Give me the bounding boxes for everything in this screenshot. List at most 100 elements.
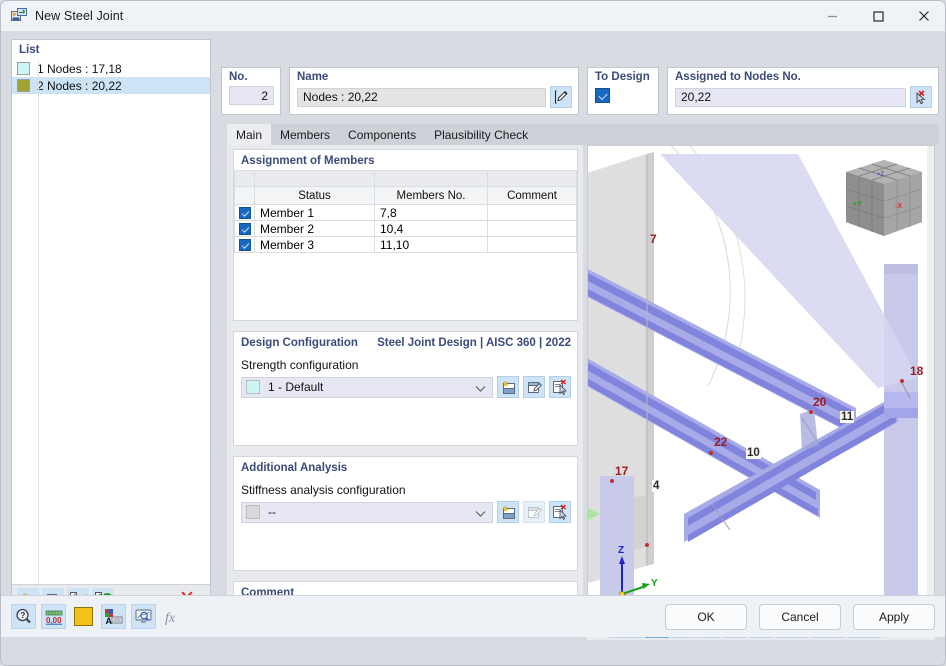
edit-stiffness-config-button[interactable]: [523, 501, 545, 523]
list-item-label: 2 Nodes : 20,22: [37, 78, 122, 93]
svg-text:Z: Z: [618, 545, 624, 556]
members-table[interactable]: Status Members No. Comment Member 1 7,8 …: [234, 170, 577, 253]
design-standard-label: Steel Joint Design | AISC 360 | 2022: [377, 337, 571, 349]
function-fx-icon[interactable]: fx: [161, 604, 186, 629]
strength-configuration-select[interactable]: 1 - Default: [241, 376, 493, 398]
to-design-label: To Design: [595, 71, 650, 83]
stiffness-analysis-row: --: [234, 501, 577, 523]
row-members-no: 7,8: [374, 204, 488, 221]
help-magnifier-icon[interactable]: ?: [11, 604, 36, 629]
row-comment: [487, 236, 577, 253]
pick-node-cursor-icon[interactable]: [910, 86, 932, 108]
node-label: 20: [813, 395, 827, 409]
assignment-of-members-title: Assignment of Members: [241, 155, 375, 167]
strength-configuration-row: 1 - Default: [234, 376, 577, 398]
svg-text:A: A: [106, 616, 113, 625]
node-label: 22: [714, 435, 728, 449]
dialog-footer: ? 0,00 A fx OK Cancel Apply: [1, 595, 945, 637]
close-icon[interactable]: [901, 1, 945, 31]
member-label: 4: [652, 480, 661, 492]
model-viewport[interactable]: +Z +Y -X Z Y X: [587, 145, 935, 613]
svg-text:fx: fx: [165, 611, 176, 625]
tab-members[interactable]: Members: [271, 124, 340, 145]
row-checkbox[interactable]: [238, 223, 251, 236]
display-props-icon[interactable]: A: [101, 604, 126, 629]
stiffness-analysis-select[interactable]: --: [241, 501, 493, 523]
row-status: Member 2: [254, 220, 375, 237]
col-check: [234, 186, 255, 205]
additional-analysis-title: Additional Analysis: [241, 462, 348, 474]
row-comment: [487, 220, 577, 237]
assignment-of-members-group: Assignment of Members Status Members No.…: [233, 149, 578, 321]
edit-configuration-button[interactable]: [523, 376, 545, 398]
row-checkbox[interactable]: [238, 207, 251, 220]
number-input[interactable]: 2: [229, 86, 274, 105]
delete-configuration-button[interactable]: [549, 376, 571, 398]
footer-tool-buttons: ? 0,00 A fx: [11, 604, 186, 629]
svg-text:?: ?: [20, 611, 25, 620]
new-configuration-button[interactable]: [497, 376, 519, 398]
design-configuration-group: Design Configuration Steel Joint Design …: [233, 331, 578, 446]
ok-button[interactable]: OK: [665, 604, 747, 630]
title-bar: New Steel Joint: [1, 1, 945, 31]
graphic-export-icon[interactable]: [131, 604, 156, 629]
minimize-icon[interactable]: [809, 1, 855, 31]
viewport-scrollbar[interactable]: [927, 146, 934, 612]
strength-configuration-label: Strength configuration: [241, 358, 359, 372]
row-checkbox-cell[interactable]: [234, 236, 255, 253]
list-item[interactable]: 2 Nodes : 20,22: [12, 77, 210, 94]
table-empty-area[interactable]: [234, 253, 577, 313]
assigned-nodes-field-group: Assigned to Nodes No. 20,22: [667, 67, 939, 115]
col-status: Status: [254, 186, 375, 205]
tab-components[interactable]: Components: [339, 124, 426, 145]
joint-list[interactable]: 1 Nodes : 17,18 2 Nodes : 20,22: [12, 60, 210, 584]
member-label: 10: [746, 447, 761, 459]
svg-text:Y: Y: [651, 578, 658, 589]
tab-plausibility-check[interactable]: Plausibility Check: [425, 124, 538, 145]
units-decimal-icon[interactable]: 0,00: [41, 604, 66, 629]
tab-main[interactable]: Main: [227, 124, 272, 145]
row-checkbox-cell[interactable]: [234, 220, 255, 237]
table-row[interactable]: Member 1 7,8: [234, 204, 577, 221]
number-label: No.: [229, 71, 248, 83]
chevron-down-icon[interactable]: [475, 382, 486, 396]
apply-button[interactable]: Apply: [853, 604, 935, 630]
delete-stiffness-config-button[interactable]: [549, 501, 571, 523]
cancel-button[interactable]: Cancel: [759, 604, 841, 630]
new-stiffness-config-button[interactable]: [497, 501, 519, 523]
col-comment: Comment: [487, 186, 577, 205]
view-cube-icon: +Z +Y -X: [845, 160, 923, 236]
steel-joint-3d-view: +Z +Y -X Z Y X: [588, 146, 934, 612]
maximize-icon[interactable]: [855, 1, 901, 31]
color-square-icon[interactable]: [71, 604, 96, 629]
row-status: Member 1: [254, 204, 375, 221]
chevron-down-icon[interactable]: [475, 507, 486, 521]
table-row[interactable]: Member 3 11,10: [234, 236, 577, 253]
to-design-checkbox[interactable]: [595, 88, 610, 103]
list-column-divider: [38, 60, 39, 584]
col-members-no: Members No.: [374, 186, 488, 205]
color-swatch: [17, 62, 30, 75]
joint-list-panel: List 1 Nodes : 17,18 2 Nodes : 20,22: [11, 39, 211, 613]
assigned-nodes-input[interactable]: 20,22: [675, 87, 906, 107]
row-checkbox[interactable]: [238, 239, 251, 252]
window-controls: [809, 1, 945, 31]
list-item[interactable]: 1 Nodes : 17,18: [12, 60, 210, 77]
stiffness-analysis-label: Stiffness analysis configuration: [241, 483, 406, 497]
row-checkbox-cell[interactable]: [234, 204, 255, 221]
table-spacer-row: [234, 170, 577, 187]
tab-strip: Main Members Components Plausibility Che…: [227, 124, 939, 145]
strength-configuration-value: 1 - Default: [268, 380, 324, 394]
configuration-color-swatch: [246, 380, 260, 394]
dialog-body: List 1 Nodes : 17,18 2 Nodes : 20,22 No.…: [1, 31, 945, 665]
name-input[interactable]: Nodes : 20,22: [297, 87, 546, 107]
row-comment: [487, 204, 577, 221]
rename-icon[interactable]: [550, 86, 572, 108]
stiffness-analysis-value: --: [268, 505, 276, 519]
svg-text:0,00: 0,00: [46, 616, 62, 625]
main-tab-panel: Assignment of Members Status Members No.…: [227, 145, 583, 613]
table-row[interactable]: Member 2 10,4: [234, 220, 577, 237]
row-members-no: 10,4: [374, 220, 488, 237]
list-item-label: 1 Nodes : 17,18: [37, 61, 122, 76]
additional-analysis-group: Additional Analysis Stiffness analysis c…: [233, 456, 578, 571]
